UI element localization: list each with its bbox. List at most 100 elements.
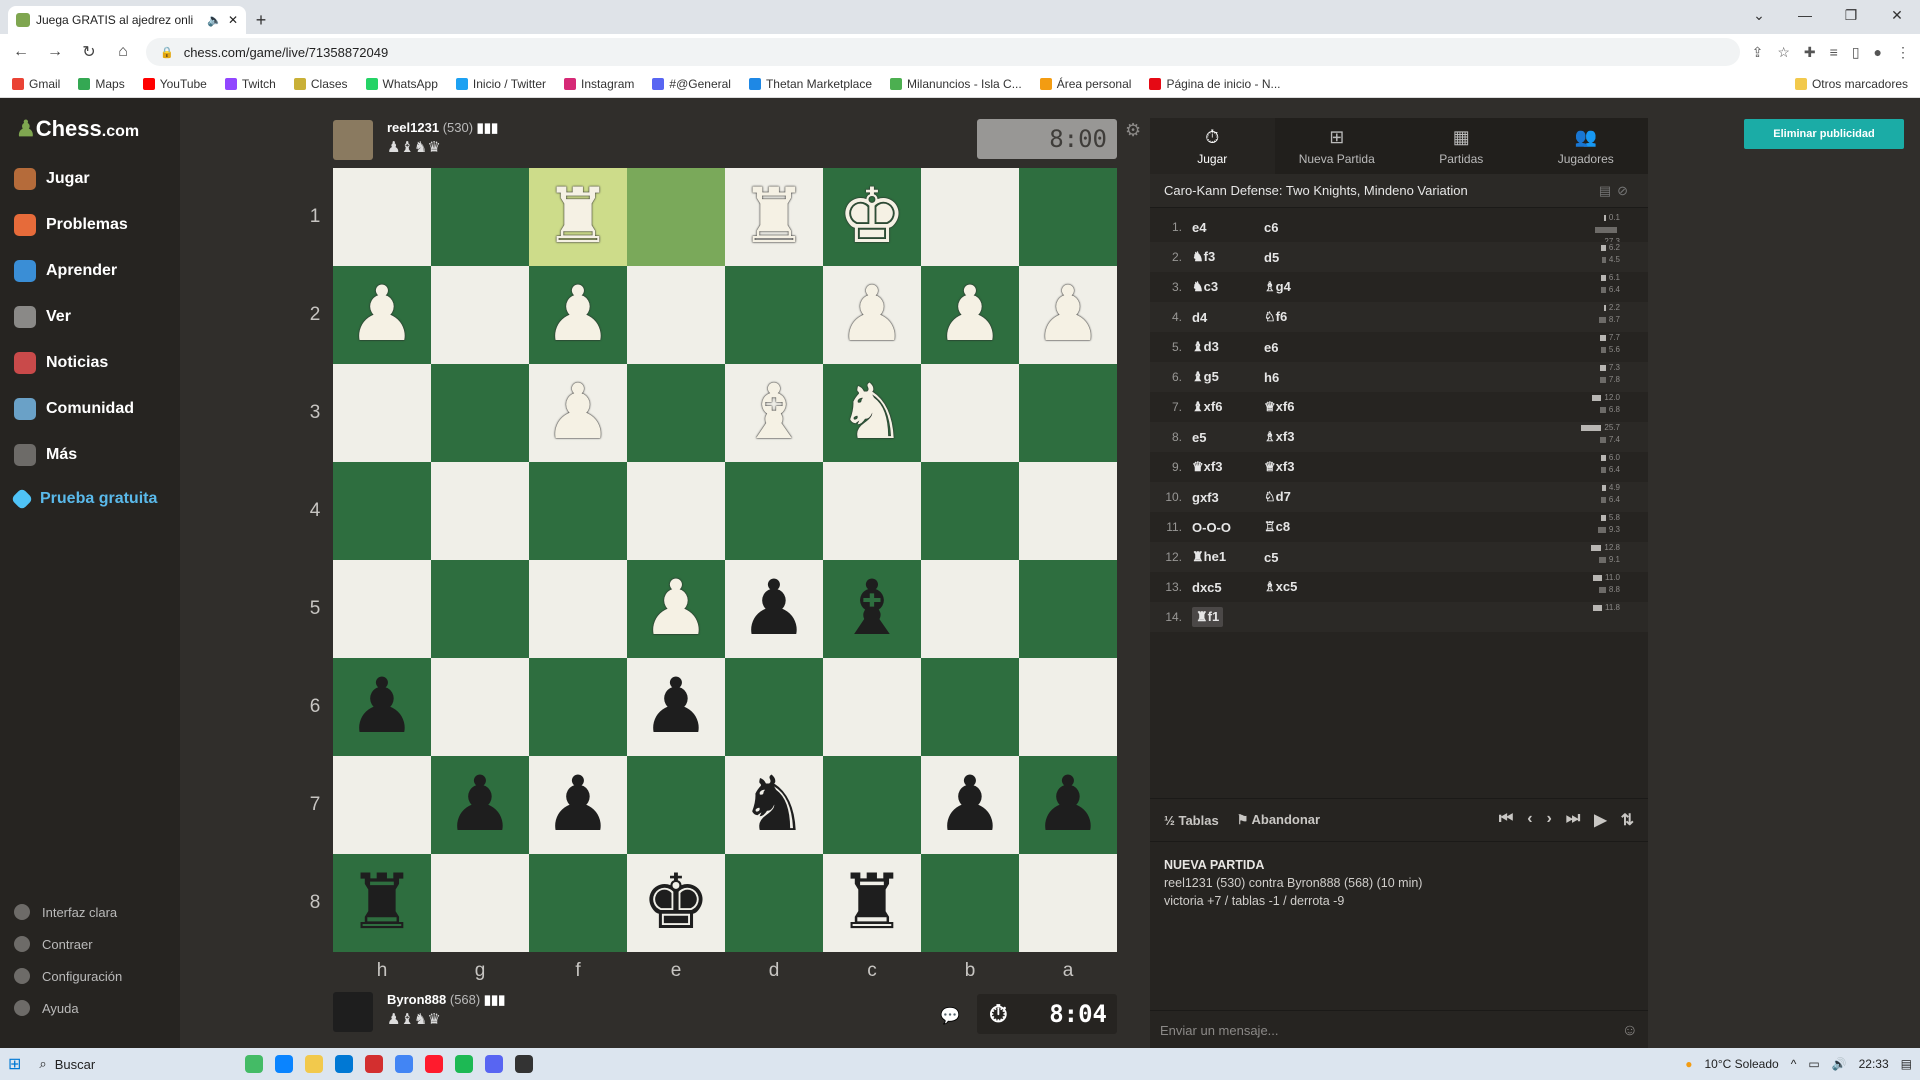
bookmark-maps[interactable]: Maps bbox=[78, 77, 125, 91]
book-icon[interactable]: ▤⊘ bbox=[1599, 183, 1634, 199]
black-move[interactable]: d5 bbox=[1264, 250, 1344, 265]
last-move-icon[interactable]: ⏭ bbox=[1566, 810, 1580, 830]
white-pawn-icon[interactable]: ♟ bbox=[936, 277, 1004, 353]
nav-ver[interactable]: Ver bbox=[14, 306, 71, 328]
black-move[interactable]: ♗xc5 bbox=[1264, 579, 1344, 595]
bookmark-youtube[interactable]: YouTube bbox=[142, 77, 207, 91]
black-rook-icon[interactable]: ♜ bbox=[838, 865, 906, 941]
square-b2[interactable]: ♟ bbox=[921, 266, 1019, 364]
tab-jugadores[interactable]: 👥 Jugadores bbox=[1524, 118, 1649, 174]
menu-kebab-icon[interactable]: ⋮ bbox=[1896, 44, 1910, 61]
black-pawn-icon[interactable]: ♟ bbox=[1034, 767, 1102, 843]
black-pawn-icon[interactable]: ♟ bbox=[642, 669, 710, 745]
white-move[interactable]: e5 bbox=[1192, 430, 1264, 445]
bookmark-star-icon[interactable]: ☆ bbox=[1777, 44, 1790, 61]
tab-partidas[interactable]: ▦ Partidas bbox=[1399, 118, 1524, 174]
black-move[interactable]: ♗xf3 bbox=[1264, 429, 1344, 445]
square-g7[interactable]: ♟ bbox=[431, 756, 529, 854]
weather-icon[interactable]: ● bbox=[1685, 1057, 1692, 1071]
player-name[interactable]: Byron888 bbox=[387, 992, 446, 1007]
square-f4[interactable] bbox=[529, 462, 627, 560]
black-knight-icon[interactable]: ♞ bbox=[740, 767, 808, 843]
share-icon[interactable]: ⇪ bbox=[1752, 44, 1764, 61]
forward-icon[interactable]: → bbox=[44, 43, 66, 61]
bookmark-other-folder[interactable]: Otros marcadores bbox=[1794, 77, 1908, 91]
nav-contraer[interactable]: Contraer bbox=[14, 936, 93, 952]
square-b7[interactable]: ♟ bbox=[921, 756, 1019, 854]
taskbar-search[interactable]: ⌕ Buscar bbox=[33, 1051, 233, 1077]
extensions-icon[interactable]: ✚ bbox=[1804, 44, 1816, 61]
square-e2[interactable] bbox=[627, 266, 725, 364]
square-d4[interactable] bbox=[725, 462, 823, 560]
player-name[interactable]: reel1231 bbox=[387, 120, 439, 135]
taskview-icon[interactable] bbox=[245, 1055, 264, 1073]
black-move[interactable]: h6 bbox=[1264, 370, 1344, 385]
white-move[interactable]: ♜he1 bbox=[1192, 549, 1264, 565]
square-g3[interactable] bbox=[431, 364, 529, 462]
remove-ads-button[interactable]: Eliminar publicidad bbox=[1744, 119, 1904, 149]
close-tab-icon[interactable]: ✕ bbox=[228, 13, 238, 27]
nav-configuracion[interactable]: Configuración bbox=[14, 968, 122, 984]
square-b3[interactable] bbox=[921, 364, 1019, 462]
new-tab-button[interactable]: + bbox=[246, 6, 276, 34]
square-c3[interactable]: ♞ bbox=[823, 364, 921, 462]
bookmark-twitter[interactable]: Inicio / Twitter bbox=[455, 77, 546, 91]
black-move[interactable]: ♕xf6 bbox=[1264, 399, 1344, 415]
clock-text[interactable]: 22:33 bbox=[1859, 1057, 1889, 1071]
square-h8[interactable]: ♜ bbox=[333, 854, 431, 952]
square-c1[interactable]: ♚ bbox=[823, 168, 921, 266]
bookmark-netflix[interactable]: Página de inicio - N... bbox=[1149, 77, 1281, 91]
mute-icon[interactable]: 🔈 bbox=[207, 13, 222, 27]
square-d6[interactable] bbox=[725, 658, 823, 756]
square-b8[interactable] bbox=[921, 854, 1019, 952]
square-e7[interactable] bbox=[627, 756, 725, 854]
chat-bubble-icon[interactable]: 💬 bbox=[940, 1006, 960, 1026]
square-g2[interactable] bbox=[431, 266, 529, 364]
square-g8[interactable] bbox=[431, 854, 529, 952]
white-move[interactable]: ♝g5 bbox=[1192, 369, 1264, 385]
bookmark-thetan[interactable]: Thetan Marketplace bbox=[748, 77, 872, 91]
white-knight-icon[interactable]: ♞ bbox=[838, 375, 906, 451]
square-c6[interactable] bbox=[823, 658, 921, 756]
nav-mas[interactable]: Más bbox=[14, 444, 77, 466]
square-c7[interactable] bbox=[823, 756, 921, 854]
square-g4[interactable] bbox=[431, 462, 529, 560]
black-move[interactable]: ♘f6 bbox=[1264, 309, 1344, 325]
tab-search-icon[interactable]: ⌄ bbox=[1736, 0, 1782, 30]
bookmark-milanuncios[interactable]: Milanuncios - Isla C... bbox=[890, 77, 1022, 91]
prev-move-icon[interactable]: ‹ bbox=[1527, 810, 1532, 830]
white-pawn-icon[interactable]: ♟ bbox=[642, 571, 710, 647]
square-a7[interactable]: ♟ bbox=[1019, 756, 1117, 854]
black-pawn-icon[interactable]: ♟ bbox=[740, 571, 808, 647]
white-rook-icon[interactable]: ♜ bbox=[740, 179, 808, 255]
white-move[interactable]: dxc5 bbox=[1192, 580, 1264, 595]
network-icon[interactable]: ▭ bbox=[1808, 1057, 1819, 1071]
square-f6[interactable] bbox=[529, 658, 627, 756]
black-move[interactable]: ♕xf3 bbox=[1264, 459, 1344, 475]
white-pawn-icon[interactable]: ♟ bbox=[838, 277, 906, 353]
square-f3[interactable]: ♟ bbox=[529, 364, 627, 462]
black-king-icon[interactable]: ♚ bbox=[642, 865, 710, 941]
white-move[interactable]: ♝xf6 bbox=[1192, 399, 1264, 415]
next-move-icon[interactable]: › bbox=[1547, 810, 1552, 830]
lock-icon[interactable]: 🔒 bbox=[160, 46, 174, 59]
white-rook-icon[interactable]: ♜ bbox=[544, 179, 612, 255]
black-bishop-icon[interactable]: ♝ bbox=[838, 571, 906, 647]
square-g6[interactable] bbox=[431, 658, 529, 756]
square-c8[interactable]: ♜ bbox=[823, 854, 921, 952]
nav-aprender[interactable]: Aprender bbox=[14, 260, 117, 282]
nav-prueba-gratuita[interactable]: Prueba gratuita bbox=[10, 487, 157, 511]
volume-icon[interactable]: 🔊 bbox=[1832, 1057, 1847, 1071]
black-pawn-icon[interactable]: ♟ bbox=[348, 669, 416, 745]
bookmark-clases[interactable]: Clases bbox=[293, 77, 348, 91]
white-pawn-icon[interactable]: ♟ bbox=[1034, 277, 1102, 353]
square-d2[interactable] bbox=[725, 266, 823, 364]
square-f2[interactable]: ♟ bbox=[529, 266, 627, 364]
opera-icon[interactable] bbox=[425, 1055, 444, 1073]
square-g5[interactable] bbox=[431, 560, 529, 658]
square-f8[interactable] bbox=[529, 854, 627, 952]
black-pawn-icon[interactable]: ♟ bbox=[544, 767, 612, 843]
white-move[interactable]: ♛xf3 bbox=[1192, 459, 1264, 475]
chess-logo[interactable]: ♟Chess.com bbox=[16, 116, 139, 142]
sidepanel-icon[interactable]: ▯ bbox=[1852, 44, 1860, 61]
